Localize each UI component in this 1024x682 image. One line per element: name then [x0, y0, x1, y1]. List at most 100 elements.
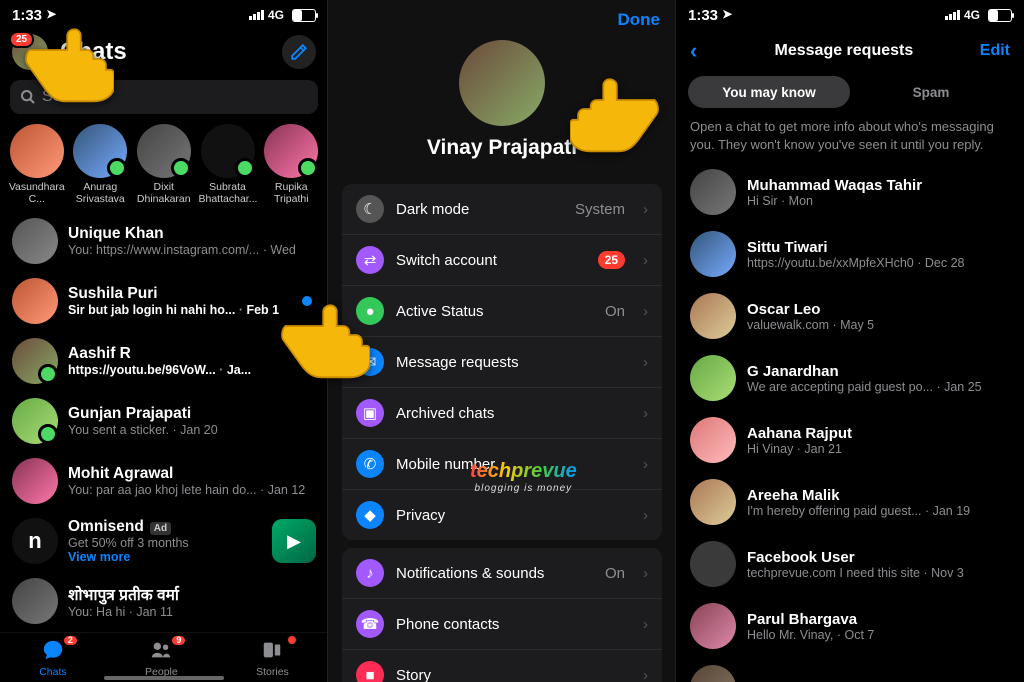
chat-name: Aashif R: [68, 345, 316, 363]
compose-button[interactable]: [282, 35, 316, 69]
settings-row[interactable]: ☎Phone contacts›: [342, 599, 662, 650]
home-indicator[interactable]: [104, 676, 224, 680]
search-input[interactable]: Search: [10, 80, 318, 114]
chat-row[interactable]: Sushila PuriSir but jab login hi nahi ho…: [0, 271, 328, 331]
battery-icon: [292, 9, 316, 22]
chat-subtitle: https://youtu.be/96VoW... · Ja...: [68, 363, 316, 377]
profile-name: Vinay Prajapati: [427, 136, 577, 160]
chat-name: OmnisendAd: [68, 518, 262, 536]
segment-spam[interactable]: Spam: [850, 76, 1012, 108]
story-name: Dixit Dhinakaran: [135, 182, 193, 205]
story-item[interactable]: Vasundhara C...: [8, 124, 66, 205]
story-item[interactable]: Anurag Srivastava: [72, 124, 130, 205]
request-subtitle: Hi Vinay · Jan 21: [747, 442, 1010, 456]
request-row[interactable]: Oscar Leovaluewalk.com · May 5: [676, 285, 1024, 347]
story-item[interactable]: Subrata Bhattachar...: [199, 124, 257, 205]
settings-value: On: [605, 303, 625, 320]
chat-row[interactable]: शोभापुत्र प्रतीक वर्माYou: Ha hi · Jan 1…: [0, 571, 328, 631]
ad-thumb[interactable]: ▶: [272, 519, 316, 563]
chat-name: Gunjan Prajapati: [68, 405, 316, 423]
tab-chats[interactable]: 2 Chats: [39, 639, 66, 678]
chat-subtitle: Get 50% off 3 monthsView more: [68, 536, 262, 564]
settings-row[interactable]: ●Active StatusOn›: [342, 286, 662, 337]
settings-label: Story: [396, 667, 431, 682]
chats-header: 25 Chats: [0, 30, 328, 80]
settings-row[interactable]: ⇄Switch account25›: [342, 235, 662, 286]
request-row[interactable]: Muhammad Waqas TahirHi Sir · Mon: [676, 161, 1024, 223]
request-row[interactable]: Vijay Sakkerwal: [676, 657, 1024, 682]
chat-name: Unique Khan: [68, 225, 316, 243]
location-icon: ➤: [46, 7, 56, 21]
online-dot: [298, 158, 318, 178]
story-name: Vasundhara C...: [8, 182, 66, 205]
request-avatar: [690, 541, 736, 587]
request-name: Facebook User: [747, 549, 1010, 566]
request-row[interactable]: Parul BhargavaHello Mr. Vinay, · Oct 7: [676, 595, 1024, 657]
profile-avatar[interactable]: 25: [12, 34, 48, 70]
settings-label: Dark mode: [396, 201, 469, 218]
request-row[interactable]: Facebook Usertechprevue.com I need this …: [676, 533, 1024, 595]
request-avatar: [690, 665, 736, 682]
chat-list[interactable]: Unique KhanYou: https://www.instagram.co…: [0, 211, 328, 682]
request-name: G Janardhan: [747, 363, 1010, 380]
segment-you-may-know[interactable]: You may know: [688, 76, 850, 108]
signal-icon: [945, 10, 960, 20]
story-name: Anurag Srivastava: [72, 182, 130, 205]
chat-name: Mohit Agrawal: [68, 465, 316, 483]
signal-label: 4G: [268, 8, 284, 22]
story-item[interactable]: Dixit Dhinakaran: [135, 124, 193, 205]
settings-row[interactable]: ▣Archived chats›: [342, 388, 662, 439]
story-avatar: [73, 124, 127, 178]
story-avatar: [264, 124, 318, 178]
settings-value: On: [605, 565, 625, 582]
request-avatar: [690, 603, 736, 649]
settings-label: Archived chats: [396, 405, 494, 422]
chat-row[interactable]: Unique KhanYou: https://www.instagram.co…: [0, 211, 328, 271]
chat-subtitle: You: par aa jao khoj lete hain do... · J…: [68, 483, 316, 497]
stories-strip[interactable]: Vasundhara C... Anurag SrivastavaDixit Dh…: [0, 124, 328, 211]
request-row[interactable]: G JanardhanWe are accepting paid guest p…: [676, 347, 1024, 409]
signal-icon: [249, 10, 264, 20]
story-item[interactable]: Rupika Tripathi: [263, 124, 321, 205]
request-row[interactable]: Areeha MalikI'm hereby offering paid gue…: [676, 471, 1024, 533]
done-button[interactable]: Done: [328, 0, 676, 30]
tab-stories-badge: [287, 635, 297, 645]
chat-subtitle: You sent a sticker. · Jan 20: [68, 423, 316, 437]
ad-viewmore[interactable]: View more: [68, 550, 130, 564]
search-icon: [20, 89, 36, 105]
chat-row[interactable]: Gunjan PrajapatiYou sent a sticker. · Ja…: [0, 391, 328, 451]
chat-row[interactable]: Aashif Rhttps://youtu.be/96VoW... · Ja..…: [0, 331, 328, 391]
settings-label: Phone contacts: [396, 616, 499, 633]
status-time: 1:33: [12, 7, 42, 24]
back-button[interactable]: ‹: [690, 38, 708, 64]
chat-row[interactable]: Mohit AgrawalYou: par aa jao khoj lete h…: [0, 451, 328, 511]
settings-row-icon: ✆: [356, 450, 384, 478]
settings-row[interactable]: ♪Notifications & soundsOn›: [342, 548, 662, 599]
settings-row[interactable]: ■Story›: [342, 650, 662, 682]
online-dot: [38, 364, 58, 384]
watermark-top: techprevue: [470, 460, 577, 483]
settings-row-icon: ⇄: [356, 246, 384, 274]
settings-value: System: [575, 201, 625, 218]
settings-row[interactable]: ✉Message requests›: [342, 337, 662, 388]
settings-row[interactable]: ☾Dark modeSystem›: [342, 184, 662, 235]
chat-row[interactable]: nOmnisendAdGet 50% off 3 monthsView more…: [0, 511, 328, 571]
settings-row-icon: ●: [356, 297, 384, 325]
online-dot: [107, 158, 127, 178]
segment-control[interactable]: You may know Spam: [688, 76, 1012, 108]
request-row[interactable]: Aahana RajputHi Vinay · Jan 21: [676, 409, 1024, 471]
edit-button[interactable]: Edit: [980, 42, 1010, 60]
location-icon: ➤: [722, 7, 732, 21]
story-avatar: [137, 124, 191, 178]
request-row[interactable]: Sittu Tiwarihttps://youtu.be/xxMpfeXHch0…: [676, 223, 1024, 285]
tab-stories[interactable]: Stories: [256, 639, 289, 678]
chevron-right-icon: ›: [643, 565, 648, 582]
settings-row[interactable]: ◆Privacy›: [342, 490, 662, 540]
request-subtitle: I'm hereby offering paid guest... · Jan …: [747, 504, 1010, 518]
ad-label: Ad: [150, 522, 171, 535]
request-list[interactable]: Muhammad Waqas TahirHi Sir · MonSittu Ti…: [676, 161, 1024, 682]
chevron-right-icon: ›: [643, 456, 648, 473]
page-title: Chats: [60, 38, 127, 66]
tab-people[interactable]: 9 People: [145, 639, 178, 678]
profile-avatar-big[interactable]: [459, 40, 545, 126]
